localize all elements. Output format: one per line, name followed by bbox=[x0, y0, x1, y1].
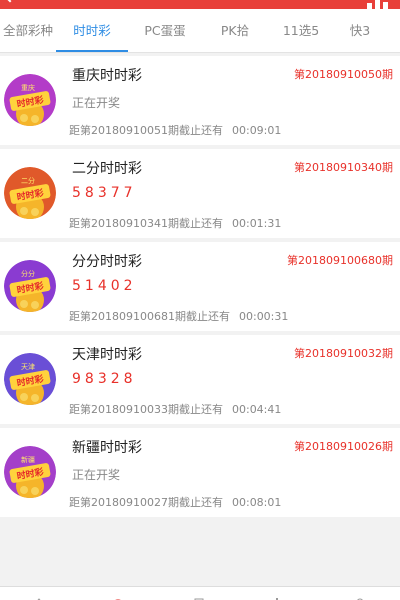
logo-region: 二分 bbox=[21, 176, 35, 185]
issue-number: 第20180910032期 bbox=[294, 347, 393, 360]
logo-region: 天津 bbox=[21, 363, 35, 371]
record-icon[interactable] bbox=[192, 591, 206, 600]
back-icon[interactable] bbox=[1, 0, 19, 3]
category-tabs: 全部彩种 时时彩 PC蛋蛋 PK拾 11选5 快3 bbox=[0, 9, 400, 53]
draw-result: 正在开奖 bbox=[72, 96, 121, 110]
issue-number: 第20180910026期 bbox=[294, 440, 393, 453]
lottery-card[interactable]: 时时彩 分分 分分时时彩 第201809100680期 51402 距第2018… bbox=[0, 242, 400, 331]
top-bar bbox=[0, 0, 400, 9]
deadline-label: 距第20180910051期截止还有 bbox=[69, 124, 223, 137]
lottery-logo-icon: 时时彩 二分 bbox=[4, 167, 56, 219]
tab-all[interactable]: 全部彩种 bbox=[0, 9, 56, 53]
lottery-name: 分分时时彩 bbox=[72, 254, 142, 270]
logo-region: 分分 bbox=[21, 269, 35, 278]
countdown-time: 00:09:01 bbox=[231, 124, 282, 137]
countdown-time: 00:08:01 bbox=[231, 496, 282, 509]
tab-pk10[interactable]: PK拾 bbox=[204, 9, 266, 53]
tab-k3[interactable]: 快3 bbox=[336, 9, 384, 53]
lottery-name: 重庆时时彩 bbox=[72, 68, 142, 84]
tab-pc-dandan[interactable]: PC蛋蛋 bbox=[132, 9, 198, 53]
logo-region: 重庆 bbox=[21, 83, 35, 92]
deadline-text: 距第20180910341期截止还有 00:01:31 bbox=[69, 215, 281, 231]
lottery-name: 天津时时彩 bbox=[72, 347, 142, 363]
bottom-nav bbox=[0, 586, 400, 600]
active-tab-indicator bbox=[56, 50, 128, 52]
countdown-time: 00:01:31 bbox=[231, 217, 282, 230]
lottery-logo-icon: 时时彩 分分 bbox=[4, 260, 56, 312]
logo-region: 新疆 bbox=[21, 455, 35, 464]
issue-number: 第20180910050期 bbox=[294, 68, 393, 81]
lottery-card[interactable]: 时时彩 新疆 新疆时时彩 第20180910026期 正在开奖 距第201809… bbox=[0, 428, 400, 517]
user-icon[interactable] bbox=[353, 591, 367, 600]
tab-ssc[interactable]: 时时彩 bbox=[56, 9, 128, 53]
lottery-name: 二分时时彩 bbox=[72, 161, 142, 177]
deadline-text: 距第20180910051期截止还有 00:09:01 bbox=[69, 122, 281, 138]
deadline-label: 距第20180910027期截止还有 bbox=[69, 496, 223, 509]
chart-icon[interactable] bbox=[367, 0, 388, 9]
deadline-label: 距第20180910033期截止还有 bbox=[69, 403, 223, 416]
issue-number: 第20180910340期 bbox=[294, 161, 393, 174]
home-icon[interactable] bbox=[32, 591, 46, 600]
deadline-text: 距第20180910033期截止还有 00:04:41 bbox=[69, 401, 281, 417]
draw-result: 正在开奖 bbox=[72, 468, 121, 482]
lottery-logo-icon: 时时彩 重庆 bbox=[4, 74, 56, 126]
lottery-logo-icon: 时时彩 天津 bbox=[4, 353, 56, 405]
deadline-text: 距第201809100681期截止还有 00:00:31 bbox=[69, 308, 288, 324]
lottery-card[interactable]: 时时彩 天津 天津时时彩 第20180910032期 98328 距第20180… bbox=[0, 335, 400, 424]
deadline-label: 距第20180910341期截止还有 bbox=[69, 217, 223, 230]
deadline-text: 距第20180910027期截止还有 00:08:01 bbox=[69, 494, 281, 510]
lottery-card[interactable]: 时时彩 二分 二分时时彩 第20180910340期 58377 距第20180… bbox=[0, 149, 400, 238]
issue-number: 第201809100680期 bbox=[287, 254, 393, 267]
lottery-icon[interactable] bbox=[111, 591, 125, 600]
lottery-card[interactable]: 时时彩 重庆 重庆时时彩 第20180910050期 正在开奖 距第201809… bbox=[0, 56, 400, 145]
draw-result: 58377 bbox=[72, 185, 137, 201]
draw-result: 51402 bbox=[72, 278, 137, 294]
deadline-label: 距第201809100681期截止还有 bbox=[69, 310, 230, 323]
draw-result: 98328 bbox=[72, 371, 137, 387]
lottery-logo-icon: 时时彩 新疆 bbox=[4, 446, 56, 498]
lottery-name: 新疆时时彩 bbox=[72, 440, 142, 456]
countdown-time: 00:04:41 bbox=[231, 403, 282, 416]
tab-11x5[interactable]: 11选5 bbox=[270, 9, 332, 53]
trend-icon[interactable] bbox=[270, 591, 284, 600]
countdown-time: 00:00:31 bbox=[238, 310, 289, 323]
